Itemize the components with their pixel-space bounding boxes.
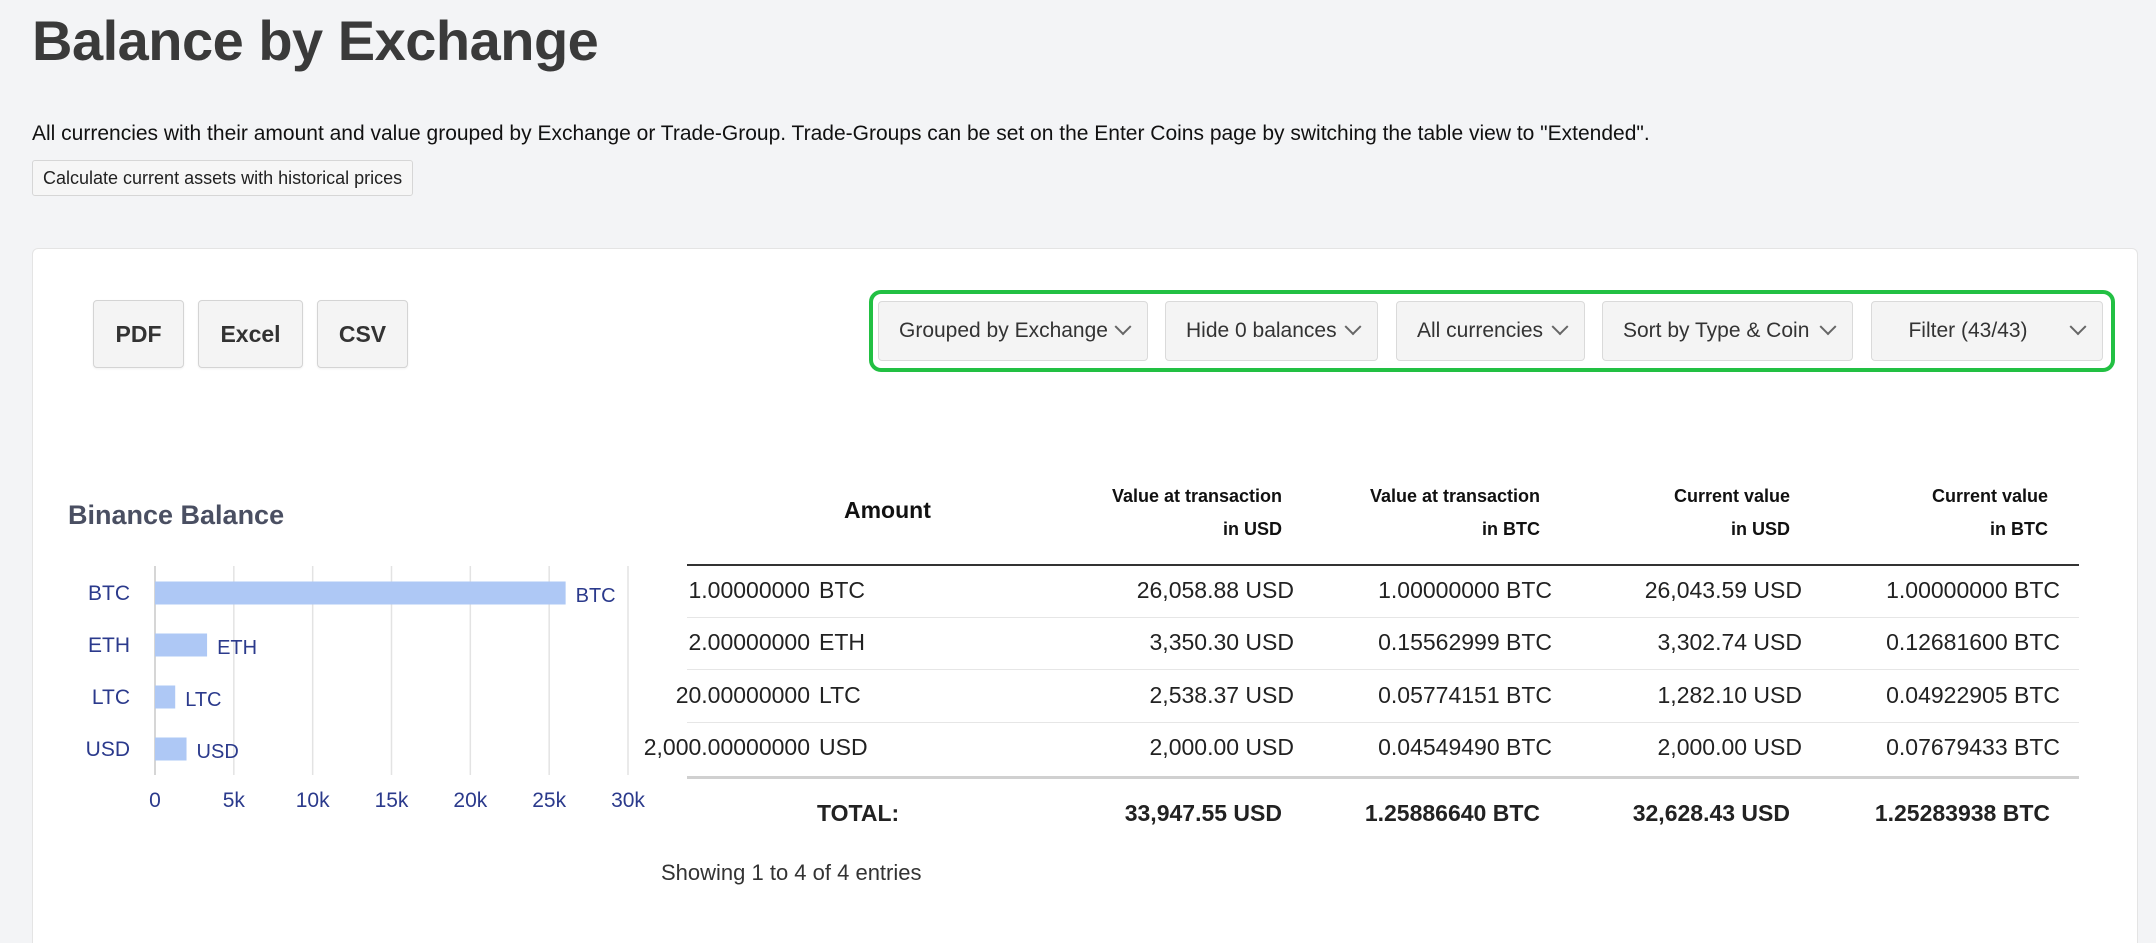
excel-export-button[interactable]: Excel: [198, 300, 303, 368]
chevron-down-icon: [2069, 318, 2087, 336]
current-usd-cell: 1,282.10 USD: [1657, 682, 1802, 708]
amount-value: 2,000.00000000: [643, 734, 810, 760]
current-btc-cell: 0.04922905 BTC: [1886, 682, 2060, 708]
sort-label: Sort by Type & Coin: [1623, 319, 1810, 342]
header-value-tx-btc: Value at transaction in BTC: [1300, 480, 1540, 546]
bar-label: ETH: [217, 637, 257, 659]
header-value-tx-usd: Value at transaction in USD: [1060, 480, 1282, 546]
header-value-tx-usd-line2: in USD: [1222, 519, 1282, 539]
row-divider: [687, 669, 2079, 670]
header-current-btc-line1: Current value: [1931, 486, 2048, 506]
current-usd-cell: 26,043.59 USD: [1644, 577, 1802, 603]
x-tick-label: 5k: [223, 789, 246, 812]
header-value-tx-usd-line1: Value at transaction: [1111, 486, 1282, 506]
page-description: All currencies with their amount and val…: [32, 122, 1650, 145]
table-info: Showing 1 to 4 of 4 entries: [661, 860, 922, 885]
value-tx-usd-cell: 3,350.30 USD: [1149, 629, 1294, 655]
hide-zero-label: Hide 0 balances: [1186, 319, 1337, 342]
value-tx-btc-cell: 0.05774151 BTC: [1378, 682, 1552, 708]
filter-dropdown[interactable]: Filter (43/43): [1871, 301, 2103, 361]
value-tx-btc-cell: 0.15562999 BTC: [1378, 629, 1552, 655]
current-btc-cell: 0.12681600 BTC: [1886, 629, 2060, 655]
header-current-usd: Current value in USD: [1550, 480, 1790, 546]
header-current-btc: Current value in BTC: [1810, 480, 2048, 546]
header-current-usd-line2: in USD: [1730, 519, 1790, 539]
header-value-tx-btc-line2: in BTC: [1482, 519, 1540, 539]
currencies-dropdown[interactable]: All currencies: [1396, 301, 1585, 361]
hide-zero-dropdown[interactable]: Hide 0 balances: [1165, 301, 1378, 361]
group-by-dropdown[interactable]: Grouped by Exchange: [878, 301, 1148, 361]
row-divider: [687, 617, 2079, 618]
x-tick-label: 0: [149, 789, 161, 812]
row-divider: [687, 722, 2079, 723]
amount-value: 1.00000000: [688, 577, 810, 603]
bar[interactable]: [155, 685, 176, 709]
amount-cell: 20.00000000 LTC: [570, 682, 861, 709]
amount-value: 2.00000000: [688, 629, 810, 655]
total-current-btc: 1.25283938 BTC: [1874, 800, 2050, 826]
chart-title: Binance Balance: [68, 500, 285, 530]
coin-symbol: BTC: [819, 577, 865, 603]
value-tx-usd-cell: 26,058.88 USD: [1136, 577, 1294, 603]
current-usd-cell: 3,302.74 USD: [1657, 629, 1802, 655]
bar[interactable]: [155, 633, 208, 657]
chevron-down-icon: [1819, 318, 1837, 336]
header-current-usd-line1: Current value: [1673, 486, 1790, 506]
csv-export-button[interactable]: CSV: [317, 300, 408, 368]
x-tick-label: 30k: [611, 789, 645, 812]
chevron-down-icon: [1551, 318, 1569, 336]
coin-symbol: USD: [819, 734, 868, 760]
coin-symbol: ETH: [819, 629, 865, 655]
value-tx-usd-cell: 2,538.37 USD: [1149, 682, 1294, 708]
pdf-export-button[interactable]: PDF: [93, 300, 184, 368]
y-category-label: USD: [86, 738, 130, 761]
amount-value: 20.00000000: [675, 682, 810, 708]
total-current-usd: 32,628.43 USD: [1632, 800, 1790, 826]
value-tx-btc-cell: 1.00000000 BTC: [1378, 577, 1552, 603]
header-divider: [687, 564, 2079, 566]
header-current-btc-line2: in BTC: [1990, 519, 2048, 539]
sort-dropdown[interactable]: Sort by Type & Coin: [1602, 301, 1853, 361]
bar-label: LTC: [185, 689, 221, 711]
header-value-tx-btc-line1: Value at transaction: [1369, 486, 1540, 506]
bar[interactable]: [155, 581, 566, 605]
page-title: Balance by Exchange: [32, 9, 599, 72]
header-amount: Amount: [844, 497, 931, 523]
total-label: TOTAL:: [817, 800, 900, 826]
value-tx-btc-cell: 0.04549490 BTC: [1378, 734, 1552, 760]
total-divider: [687, 776, 2079, 779]
chevron-down-icon: [1344, 318, 1362, 336]
group-by-label: Grouped by Exchange: [899, 319, 1108, 342]
currencies-label: All currencies: [1417, 319, 1544, 342]
filter-label: Filter (43/43): [1908, 319, 2028, 342]
current-usd-cell: 2,000.00 USD: [1657, 734, 1802, 760]
x-tick-label: 25k: [532, 789, 566, 812]
chevron-down-icon: [1114, 318, 1132, 336]
coin-symbol: LTC: [819, 682, 861, 708]
y-category-label: ETH: [88, 634, 130, 657]
x-tick-label: 20k: [453, 789, 487, 812]
current-btc-cell: 1.00000000 BTC: [1886, 577, 2060, 603]
bar[interactable]: [155, 737, 187, 761]
value-tx-usd-cell: 2,000.00 USD: [1149, 734, 1294, 760]
x-tick-label: 15k: [375, 789, 409, 812]
amount-cell: 2,000.00000000 USD: [570, 734, 868, 761]
total-value-tx-usd: 33,947.55 USD: [1124, 800, 1282, 826]
x-tick-label: 10k: [296, 789, 330, 812]
bar-label: USD: [197, 741, 239, 763]
total-value-tx-btc: 1.25886640 BTC: [1364, 800, 1540, 826]
historical-prices-button[interactable]: Calculate current assets with historical…: [32, 160, 414, 196]
amount-cell: 1.00000000 BTC: [570, 577, 865, 604]
y-category-label: BTC: [88, 582, 130, 605]
y-category-label: LTC: [92, 686, 130, 709]
amount-cell: 2.00000000 ETH: [570, 629, 865, 656]
current-btc-cell: 0.07679433 BTC: [1886, 734, 2060, 760]
